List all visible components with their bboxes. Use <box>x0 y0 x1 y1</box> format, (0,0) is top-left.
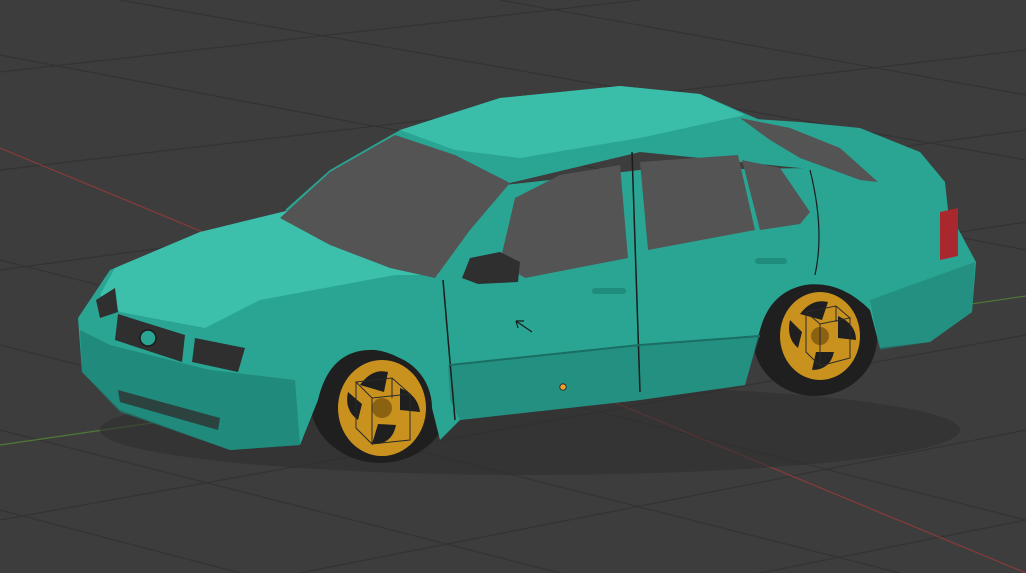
car-model[interactable] <box>78 86 976 475</box>
viewport-canvas[interactable] <box>0 0 1026 573</box>
front-hub <box>372 398 392 418</box>
front-wheel[interactable] <box>328 354 432 462</box>
badge-emblem <box>139 329 157 347</box>
3d-viewport[interactable] <box>0 0 1026 573</box>
rear-wheel[interactable] <box>772 286 864 386</box>
taillight <box>940 208 958 260</box>
front-door-window <box>500 165 628 278</box>
rear-door-handle <box>755 258 787 264</box>
front-door-handle <box>592 288 626 294</box>
object-origin-marker[interactable] <box>559 383 567 391</box>
